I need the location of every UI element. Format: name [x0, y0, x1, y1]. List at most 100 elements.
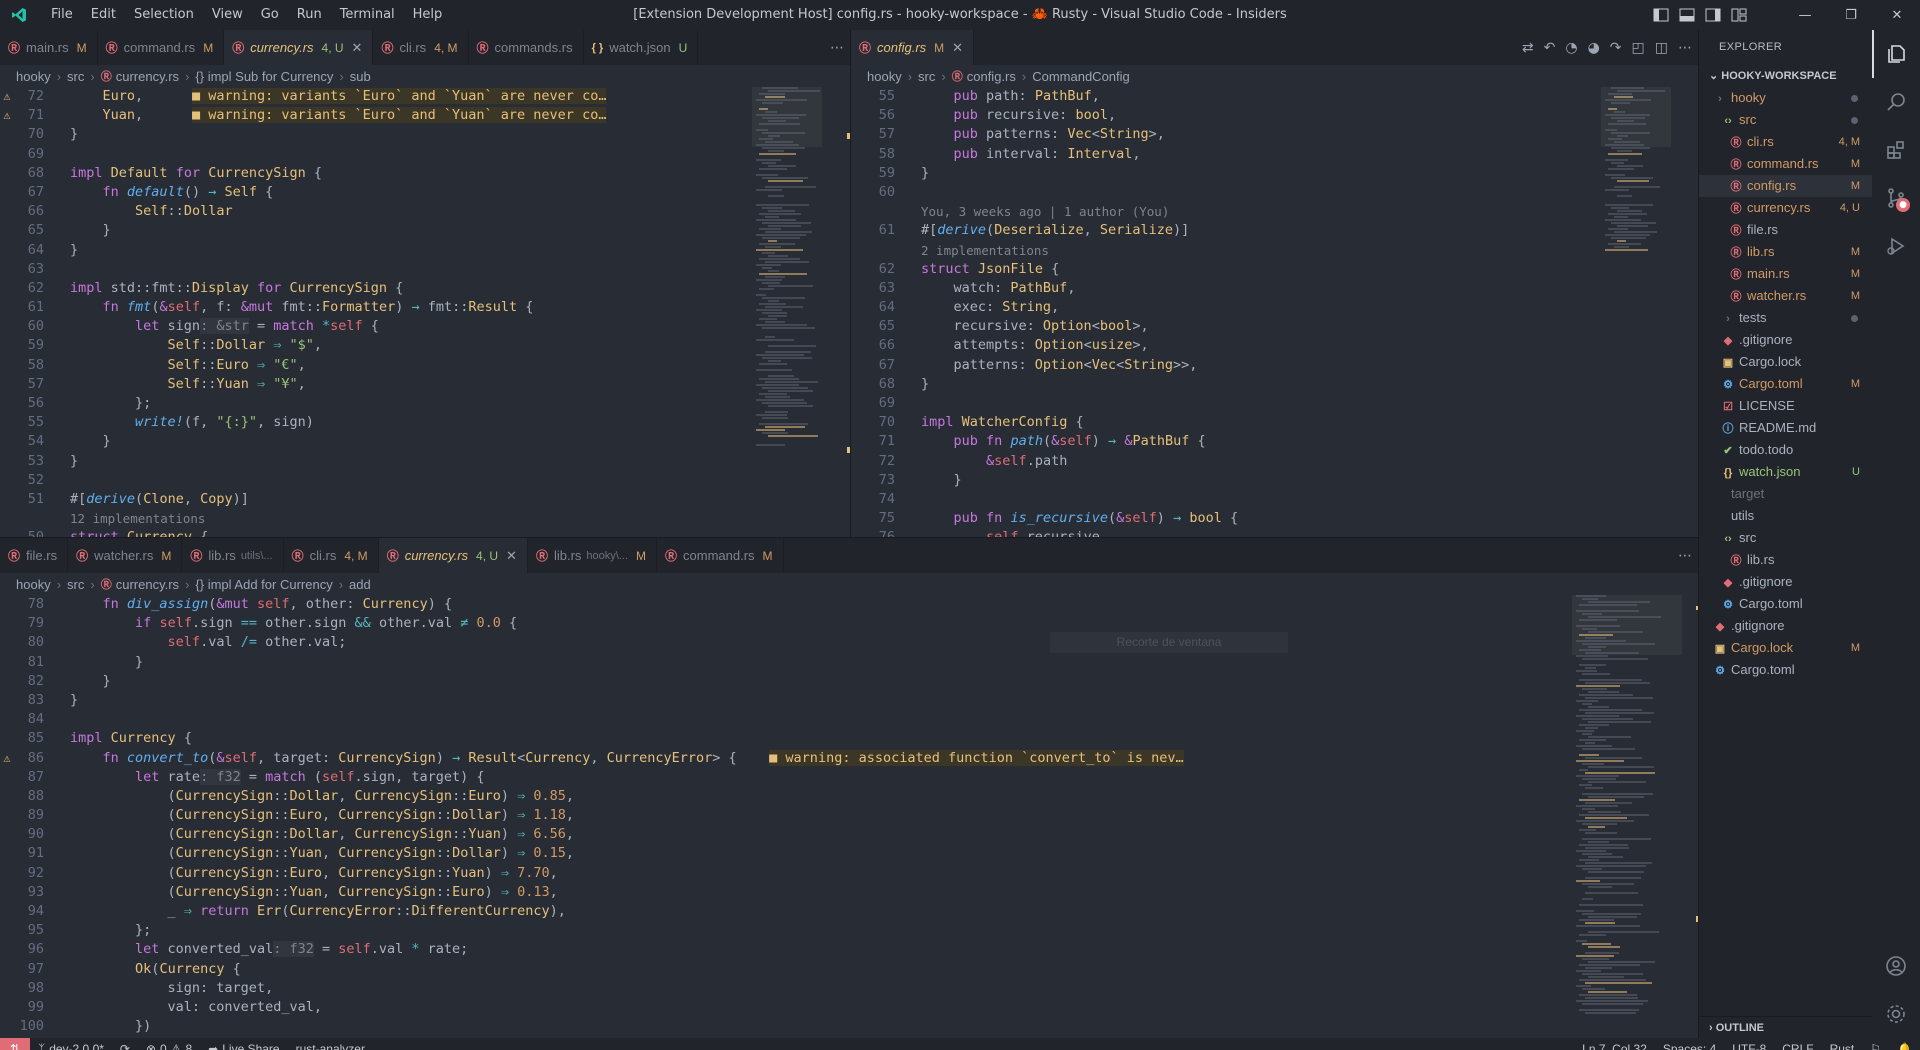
tab-command-rs[interactable]: Ⓡcommand.rs M: [98, 30, 225, 65]
tree-item-lib-rs[interactable]: Ⓡlib.rs: [1699, 549, 1872, 571]
tree-item-hooky[interactable]: › hooky: [1699, 87, 1872, 109]
toggle-inlay-icon[interactable]: ◰: [1632, 40, 1645, 56]
toggle-secondary-sidebar-icon[interactable]: [1702, 4, 1724, 26]
timeline-next-icon[interactable]: ◕: [1588, 40, 1600, 56]
outline-section[interactable]: › OUTLINE: [1699, 1016, 1872, 1038]
code-lens[interactable]: You, 3 weeks ago | 1 author (You): [921, 202, 1169, 221]
close-tab-icon[interactable]: ✕: [952, 40, 963, 56]
extensions-icon[interactable]: [1872, 126, 1920, 174]
live-share-button[interactable]: ➦ Live Share: [200, 1042, 287, 1050]
toggle-panel-icon[interactable]: [1676, 4, 1698, 26]
tree-item-watcher-rs[interactable]: Ⓡwatcher.rs M: [1699, 285, 1872, 307]
branch-indicator[interactable]: ᛉ dev-2.0.0*: [30, 1042, 112, 1050]
tab-main-rs[interactable]: Ⓡmain.rs M: [0, 30, 98, 65]
breadcrumb-item[interactable]: config.rs: [967, 69, 1016, 84]
source-control-diff-icon[interactable]: ⇄: [1522, 40, 1534, 56]
tree-item-Cargo-toml[interactable]: ⚙ Cargo.toml: [1699, 659, 1872, 681]
tree-item--gitignore[interactable]: ◆ .gitignore: [1699, 329, 1872, 351]
tree-item-file-rs[interactable]: Ⓡfile.rs: [1699, 219, 1872, 241]
tree-item-Cargo-lock[interactable]: ▣ Cargo.lock M: [1699, 637, 1872, 659]
tree-item-main-rs[interactable]: Ⓡmain.rs M: [1699, 263, 1872, 285]
tree-item-utils[interactable]: utils: [1699, 505, 1872, 527]
menu-item-edit[interactable]: Edit: [82, 0, 125, 30]
tree-item-src[interactable]: ‹› src: [1699, 109, 1872, 131]
language-mode[interactable]: Rust: [1822, 1042, 1863, 1050]
tree-item-target[interactable]: target: [1699, 483, 1872, 505]
breadcrumb-item[interactable]: hooky: [16, 577, 51, 592]
minimap[interactable]: [1572, 595, 1682, 1038]
breadcrumb-item[interactable]: src: [67, 577, 84, 592]
tab-currency-rs[interactable]: Ⓡcurrency.rs 4, U ✕: [224, 30, 374, 65]
problems-indicator[interactable]: ⊗ 0 ⚠ 8: [138, 1042, 200, 1050]
tab-watch-json[interactable]: { } watch.json U: [584, 30, 699, 65]
menu-item-help[interactable]: Help: [404, 0, 452, 30]
source-control-icon[interactable]: ●: [1872, 174, 1920, 222]
tree-item-lib-rs[interactable]: Ⓡlib.rs M: [1699, 241, 1872, 263]
code-lens[interactable]: 2 implementations: [921, 241, 1049, 260]
breadcrumb-item[interactable]: hooky: [867, 69, 902, 84]
minimize-icon[interactable]: —: [1782, 0, 1828, 30]
tree-item-README-md[interactable]: ⓘ README.md: [1699, 417, 1872, 439]
code-editor[interactable]: ⚠ 72 Euro, ■ warning: variants `Euro` and…: [0, 87, 750, 537]
timeline-prev-icon[interactable]: ◔: [1565, 40, 1577, 56]
breadcrumb-item[interactable]: currency.rs: [116, 69, 179, 84]
tree-item-watch-json[interactable]: {} watch.json U: [1699, 461, 1872, 483]
breadcrumb-item[interactable]: src: [918, 69, 935, 84]
menu-item-file[interactable]: File: [42, 0, 82, 30]
split-editor-icon[interactable]: ◫: [1655, 40, 1668, 56]
tree-item-cli-rs[interactable]: Ⓡcli.rs 4, M: [1699, 131, 1872, 153]
explorer-files-icon[interactable]: [1872, 30, 1920, 78]
close-tab-icon[interactable]: ✕: [352, 40, 363, 56]
tree-item-config-rs[interactable]: Ⓡconfig.rs M: [1699, 175, 1872, 197]
breadcrumb-item[interactable]: sub: [350, 69, 371, 84]
more-actions-icon[interactable]: ⋯: [830, 40, 844, 56]
tree-item--gitignore[interactable]: ◆ .gitignore: [1699, 615, 1872, 637]
close-window-icon[interactable]: ✕: [1874, 0, 1920, 30]
code-editor[interactable]: 78 fn div_assign(&mut self, other: Curre…: [0, 595, 1568, 1038]
end-of-line[interactable]: CRLF: [1774, 1042, 1821, 1050]
menu-item-run[interactable]: Run: [288, 0, 331, 30]
tab-lib-rs[interactable]: Ⓡlib.rs utils\...: [182, 538, 284, 573]
feedback-icon[interactable]: ⚐: [1862, 1042, 1889, 1050]
minimap[interactable]: [1601, 87, 1671, 537]
tab-currency-rs[interactable]: Ⓡcurrency.rs 4, U ✕: [378, 538, 528, 573]
tab-lib-rs[interactable]: Ⓡlib.rs hooky\... M: [528, 538, 657, 573]
tab-watcher-rs[interactable]: Ⓡwatcher.rs M: [68, 538, 183, 573]
more-actions-icon[interactable]: ⋯: [1678, 548, 1692, 564]
breadcrumb-item[interactable]: src: [67, 69, 84, 84]
close-tab-icon[interactable]: ✕: [506, 548, 517, 564]
breadcrumb-item[interactable]: {} impl Sub for Currency: [195, 69, 333, 84]
tab-cli-rs[interactable]: Ⓡcli.rs 4, M: [373, 30, 469, 65]
tree-item-Cargo-lock[interactable]: ▣ Cargo.lock: [1699, 351, 1872, 373]
remote-indicator-icon[interactable]: ⇅: [0, 1038, 30, 1050]
cursor-position[interactable]: Ln 7, Col 32: [1574, 1042, 1655, 1050]
rust-analyzer-status[interactable]: rust-analyzer: [288, 1042, 373, 1050]
workspace-header[interactable]: ⌄ HOOKY-WORKSPACE: [1699, 65, 1872, 87]
customize-layout-icon[interactable]: [1728, 4, 1750, 26]
menu-item-terminal[interactable]: Terminal: [331, 0, 404, 30]
previous-change-icon[interactable]: ↶: [1544, 40, 1556, 56]
breadcrumb-item[interactable]: CommandConfig: [1032, 69, 1130, 84]
tree-item-command-rs[interactable]: Ⓡcommand.rs M: [1699, 153, 1872, 175]
go-forward-icon[interactable]: ↷: [1610, 40, 1622, 56]
tab-command-rs[interactable]: Ⓡcommand.rs M: [657, 538, 784, 573]
tree-item-todo-todo[interactable]: ✔ todo.todo: [1699, 439, 1872, 461]
tab-config-rs[interactable]: Ⓡconfig.rs M ✕: [851, 30, 975, 65]
run-debug-icon[interactable]: [1872, 222, 1920, 270]
accounts-icon[interactable]: [1872, 942, 1920, 990]
code-lens[interactable]: 12 implementations: [70, 509, 205, 528]
sync-button[interactable]: ⟳: [112, 1042, 138, 1050]
minimap[interactable]: [752, 87, 822, 537]
menu-item-view[interactable]: View: [203, 0, 252, 30]
search-icon[interactable]: [1872, 78, 1920, 126]
breadcrumb-item[interactable]: add: [349, 577, 371, 592]
tab-commands-rs[interactable]: Ⓡcommands.rs: [469, 30, 584, 65]
tree-item-Cargo-toml[interactable]: ⚙ Cargo.toml: [1699, 593, 1872, 615]
tree-item-currency-rs[interactable]: Ⓡcurrency.rs 4, U: [1699, 197, 1872, 219]
indentation[interactable]: Spaces: 4: [1655, 1042, 1724, 1050]
breadcrumb-item[interactable]: {} impl Add for Currency: [195, 577, 332, 592]
tab-cli-rs[interactable]: Ⓡcli.rs 4, M: [284, 538, 379, 573]
toggle-primary-sidebar-icon[interactable]: [1650, 4, 1672, 26]
code-editor[interactable]: 55 pub path: PathBuf, 56 pub recursive: b…: [851, 87, 1593, 537]
tree-item-tests[interactable]: › tests: [1699, 307, 1872, 329]
